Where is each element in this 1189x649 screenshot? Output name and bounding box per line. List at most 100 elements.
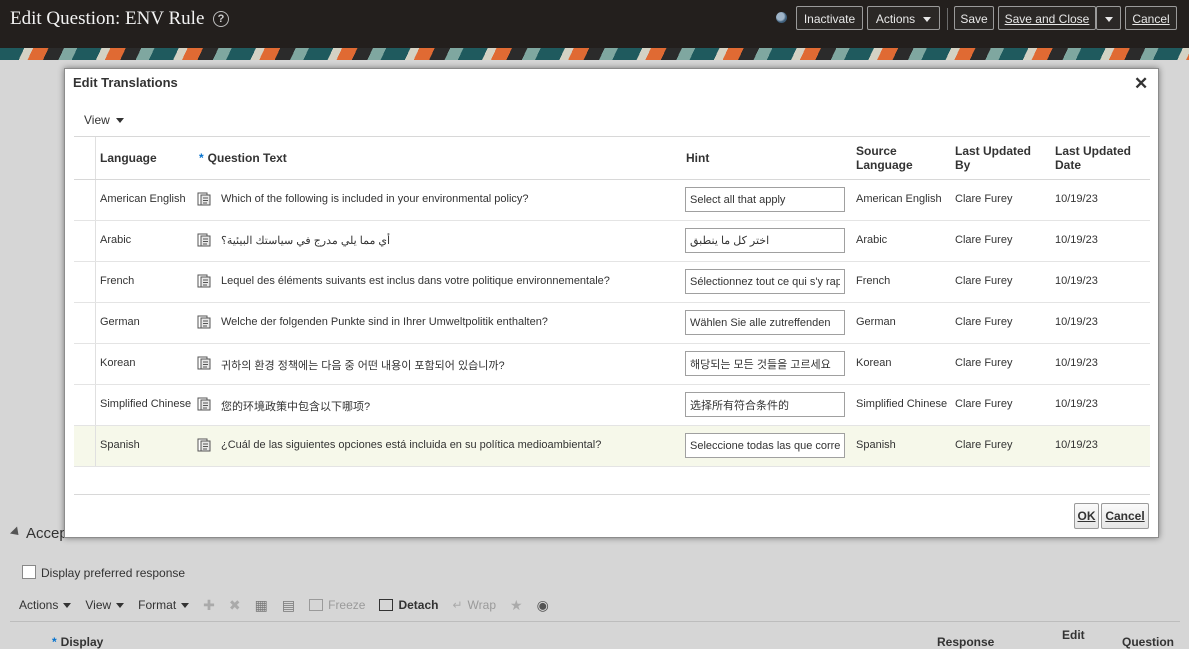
cell-source-language: German [856, 316, 896, 328]
cell-last-updated-by: Clare Furey [955, 439, 1013, 451]
column-edit: Edit [1062, 628, 1085, 642]
table-row[interactable]: American English Which of the following i… [74, 180, 1150, 221]
hint-input[interactable] [685, 269, 845, 294]
manage-columns-icon[interactable]: ▤ [282, 597, 295, 614]
toolbar-separator [947, 8, 948, 30]
column-question-text-label: Question Text [207, 151, 287, 165]
actions-menu-button[interactable]: Actions [867, 6, 940, 30]
preferences-icon[interactable]: ◉ [537, 597, 549, 614]
table-row[interactable]: German Welche der folgenden Punkte sind i… [74, 303, 1150, 344]
row-gutter [74, 426, 96, 466]
view-menu[interactable]: View [84, 113, 124, 127]
cancel-button[interactable]: Cancel [1125, 6, 1177, 30]
column-hint[interactable]: Hint [686, 151, 709, 165]
detach-label: Detach [398, 598, 439, 612]
cell-last-updated-by: Clare Furey [955, 316, 1013, 328]
column-display: * Display [52, 635, 104, 649]
help-icon[interactable]: ? [213, 11, 229, 27]
chevron-down-icon [1104, 17, 1113, 23]
cell-question-text: 您的环境政策中包含以下哪项? [221, 401, 371, 413]
app-header: Edit Question: ENV Rule ? Inactivate Act… [0, 0, 1189, 48]
inactivate-button[interactable]: Inactivate [796, 6, 863, 30]
checkbox-label: Display preferred response [41, 566, 186, 580]
save-options-dropdown[interactable] [1096, 6, 1121, 30]
format-label: Format [138, 598, 177, 612]
cell-language: Simplified Chinese [100, 398, 192, 410]
cell-last-updated-by: Clare Furey [955, 275, 1013, 287]
detach-button[interactable]: Detach [379, 598, 438, 612]
save-and-close-button[interactable]: Save and Close [998, 6, 1096, 30]
cell-source-language: Korean [856, 357, 892, 369]
column-source-language[interactable]: Source Language [856, 144, 936, 172]
table-body: American English Which of the following i… [74, 180, 1150, 467]
format-menu[interactable]: Format [138, 598, 190, 612]
cell-last-updated-by: Clare Furey [955, 398, 1013, 410]
column-last-updated-date[interactable]: Last Updated Date [1055, 144, 1145, 172]
freeze-label: Freeze [328, 598, 366, 612]
wrap-label: Wrap [467, 598, 496, 612]
hint-input[interactable] [685, 187, 845, 212]
cell-source-language: Simplified Chinese [856, 398, 948, 410]
cell-last-updated-date: 10/19/23 [1055, 398, 1098, 410]
cell-language: Arabic [100, 234, 132, 246]
hint-input[interactable] [685, 392, 845, 417]
delete-icon[interactable]: ✖ [229, 597, 241, 614]
display-preferred-response-checkbox[interactable] [22, 565, 36, 579]
column-question: Question [1122, 635, 1175, 649]
translate-icon[interactable] [197, 397, 211, 411]
wrap-icon: ↵ [452, 598, 463, 612]
cell-source-language: French [856, 275, 891, 287]
translate-icon[interactable] [197, 233, 211, 247]
view-menu[interactable]: View [85, 598, 125, 612]
wrap-button[interactable]: ↵ Wrap [452, 598, 496, 612]
view-menu-label: View [84, 113, 110, 127]
cell-language: American English [100, 193, 186, 205]
table-divider [74, 494, 1150, 495]
view-label: View [85, 598, 112, 612]
cell-language: German [100, 316, 140, 328]
translate-icon[interactable] [197, 438, 211, 452]
table-row[interactable]: Arabic أي مما يلي مدرج في سياستك البيئية؟… [74, 221, 1150, 262]
table-row[interactable]: French Lequel des éléments suivants est i… [74, 262, 1150, 303]
column-last-updated-by[interactable]: Last Updated By [955, 144, 1045, 172]
star-icon[interactable]: ★ [510, 597, 523, 614]
table-row[interactable]: Spanish ¿Cuál de las siguientes opciones … [74, 426, 1150, 467]
add-icon[interactable]: ✚ [203, 597, 215, 614]
actions-label: Actions [875, 12, 916, 26]
ok-button[interactable]: OK [1074, 503, 1099, 529]
chevron-down-icon [116, 602, 125, 608]
hint-input[interactable] [685, 351, 845, 376]
row-gutter [74, 221, 96, 261]
cell-last-updated-date: 10/19/23 [1055, 275, 1098, 287]
translations-table: Language * Question Text Hint Source Lang… [74, 136, 1150, 467]
actions-menu[interactable]: Actions [19, 598, 72, 612]
cell-question-text: Which of the following is included in yo… [221, 193, 529, 205]
chevron-down-icon [923, 17, 932, 23]
query-by-example-icon[interactable]: ▦ [255, 597, 268, 614]
cell-last-updated-date: 10/19/23 [1055, 316, 1098, 328]
translate-icon[interactable] [197, 274, 211, 288]
translate-icon[interactable] [197, 192, 211, 206]
close-icon[interactable]: ✕ [1134, 74, 1148, 94]
table-row[interactable]: Simplified Chinese 您的环境政策中包含以下哪项? Simplifi… [74, 385, 1150, 426]
translate-icon[interactable] [197, 356, 211, 370]
hint-input[interactable] [685, 228, 845, 253]
freeze-button[interactable]: Freeze [309, 598, 365, 612]
chevron-down-icon [181, 602, 190, 608]
section-title: Accep [26, 525, 68, 542]
translate-icon[interactable] [197, 315, 211, 329]
dialog-cancel-button[interactable]: Cancel [1101, 503, 1149, 529]
section-collapse-icon[interactable] [9, 526, 23, 539]
table-toolbar: Actions View Format ✚ ✖ ▦ ▤ Freeze Detac… [19, 597, 563, 613]
cell-question-text: Lequel des éléments suivants est inclus … [221, 275, 610, 287]
cell-last-updated-by: Clare Furey [955, 193, 1013, 205]
hint-input[interactable] [685, 310, 845, 335]
hint-input[interactable] [685, 433, 845, 458]
cell-last-updated-date: 10/19/23 [1055, 234, 1098, 246]
table-row[interactable]: Korean 귀하의 환경 정책에는 다음 중 어떤 내용이 포함되어 있습니까?… [74, 344, 1150, 385]
column-language[interactable]: Language [100, 151, 157, 165]
cell-language: Korean [100, 357, 136, 369]
column-question-text[interactable]: * Question Text [199, 151, 287, 165]
cell-language: French [100, 275, 135, 287]
save-button[interactable]: Save [954, 6, 994, 30]
